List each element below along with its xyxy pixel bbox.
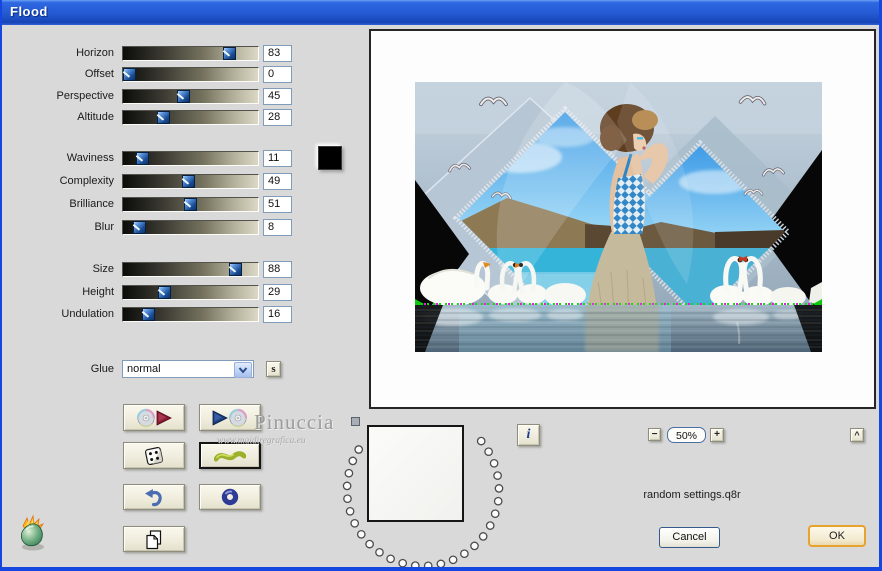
perspective-slider-handle[interactable]	[177, 90, 190, 103]
slider-row-size: Size 88	[2, 261, 302, 278]
slider-row-blur: Blur 8	[2, 219, 302, 236]
caret-up-icon: ^	[854, 429, 860, 440]
chevron-down-icon[interactable]	[234, 362, 252, 378]
ring-button[interactable]	[199, 484, 261, 510]
zoom-level: 50%	[667, 427, 706, 443]
undulation-slider-handle[interactable]	[142, 308, 155, 321]
cancel-button[interactable]: Cancel	[659, 527, 720, 548]
undo-arrow-icon	[145, 488, 162, 506]
altitude-value-field[interactable]: 28	[263, 109, 292, 126]
slider-row-height: Height 29	[2, 284, 302, 301]
preview-panel	[369, 29, 876, 409]
slider-row-undulation: Undulation 16	[2, 306, 302, 323]
glue-dropdown[interactable]: normal	[122, 360, 254, 378]
glue-label: Glue	[90, 363, 114, 375]
undulation-value-field[interactable]: 16	[263, 306, 292, 323]
perspective-value-field[interactable]: 45	[263, 88, 292, 105]
play-cd-icon	[212, 408, 248, 428]
height-label: Height	[82, 286, 114, 298]
slider-row-brilliance: Brilliance 51	[2, 196, 302, 213]
dice-icon	[144, 446, 164, 465]
slider-row-altitude: Altitude 28	[2, 109, 302, 126]
ok-button[interactable]: OK	[808, 525, 866, 547]
perspective-label: Perspective	[56, 90, 114, 102]
preset-name: random settings.q8r	[643, 489, 741, 501]
waviness-label: Waviness	[66, 152, 114, 164]
slider-row-waviness: Waviness 11	[2, 150, 302, 167]
height-slider-handle[interactable]	[158, 286, 171, 299]
save-settings-button[interactable]	[199, 404, 261, 431]
slider-row-complexity: Complexity 49	[2, 173, 302, 190]
height-slider-track[interactable]	[122, 285, 259, 300]
wave-icon	[214, 450, 246, 461]
altitude-label: Altitude	[77, 111, 114, 123]
brilliance-slider-track[interactable]	[122, 197, 259, 212]
offset-value-field[interactable]: 0	[263, 66, 292, 83]
plus-icon: +	[714, 429, 720, 440]
slider-row-offset: Offset 0	[2, 66, 302, 83]
ring-icon	[221, 488, 239, 506]
waviness-value-field[interactable]: 11	[263, 150, 292, 167]
titlebar[interactable]: Flood	[2, 0, 879, 25]
preview-image[interactable]	[415, 82, 822, 352]
minus-icon: −	[651, 428, 658, 440]
zoom-in-button[interactable]: +	[710, 428, 724, 442]
info-icon: i	[526, 427, 531, 442]
water-color-swatch[interactable]	[318, 146, 342, 170]
info-button[interactable]: i	[517, 424, 540, 446]
brilliance-slider-handle[interactable]	[184, 198, 197, 211]
height-value-field[interactable]: 29	[263, 284, 292, 301]
perspective-slider-track[interactable]	[122, 89, 259, 104]
brilliance-value-field[interactable]: 51	[263, 196, 292, 213]
waviness-slider-handle[interactable]	[136, 152, 149, 165]
wave-preset-button[interactable]	[199, 442, 261, 469]
flaming-pear-icon[interactable]	[13, 514, 51, 554]
horizon-slider-handle[interactable]	[223, 47, 236, 60]
undulation-slider-track[interactable]	[122, 307, 259, 322]
brilliance-label: Brilliance	[69, 198, 114, 210]
window-title: Flood	[10, 4, 48, 19]
slider-row-perspective: Perspective 45	[2, 88, 302, 105]
slider-row-horizon: Horizon 83	[2, 45, 302, 62]
complexity-slider-handle[interactable]	[182, 175, 195, 188]
pages-icon	[146, 529, 162, 549]
complexity-value-field[interactable]: 49	[263, 173, 292, 190]
size-value-field[interactable]: 88	[263, 261, 292, 278]
blur-label: Blur	[94, 221, 114, 233]
altitude-slider-track[interactable]	[122, 110, 259, 125]
glue-sync-button[interactable]: s	[266, 361, 281, 377]
size-slider-handle[interactable]	[229, 263, 242, 276]
horizon-value-field[interactable]: 83	[263, 45, 292, 62]
horizon-label: Horizon	[76, 47, 114, 59]
zoom-out-button[interactable]: −	[648, 428, 661, 441]
randomize-button[interactable]	[123, 442, 185, 469]
collapse-button[interactable]: ^	[850, 428, 864, 442]
waviness-slider-track[interactable]	[122, 151, 259, 166]
complexity-slider-track[interactable]	[122, 174, 259, 189]
cd-play-icon	[136, 408, 172, 428]
offset-slider-handle[interactable]	[123, 68, 136, 81]
glue-selected-value: normal	[127, 363, 161, 375]
flood-dialog: Flood Horizon 83 Offset 0 Perspective 45…	[0, 0, 882, 571]
memory-preview-square[interactable]	[367, 425, 464, 522]
watermark-name: Pinuccia	[254, 410, 335, 434]
undo-button[interactable]	[123, 484, 185, 510]
blur-slider-track[interactable]	[122, 220, 259, 235]
water-reflection	[415, 305, 822, 352]
altitude-slider-handle[interactable]	[157, 111, 170, 124]
memory-marker[interactable]	[351, 417, 360, 426]
undulation-label: Undulation	[61, 308, 114, 320]
complexity-label: Complexity	[59, 175, 114, 187]
blur-slider-handle[interactable]	[133, 221, 146, 234]
copy-button[interactable]	[123, 526, 185, 552]
blur-value-field[interactable]: 8	[263, 219, 292, 236]
size-slider-track[interactable]	[122, 262, 259, 277]
horizon-slider-track[interactable]	[122, 46, 259, 61]
offset-slider-track[interactable]	[122, 67, 259, 82]
size-label: Size	[92, 263, 114, 275]
open-settings-button[interactable]	[123, 404, 185, 431]
offset-label: Offset	[84, 68, 114, 80]
